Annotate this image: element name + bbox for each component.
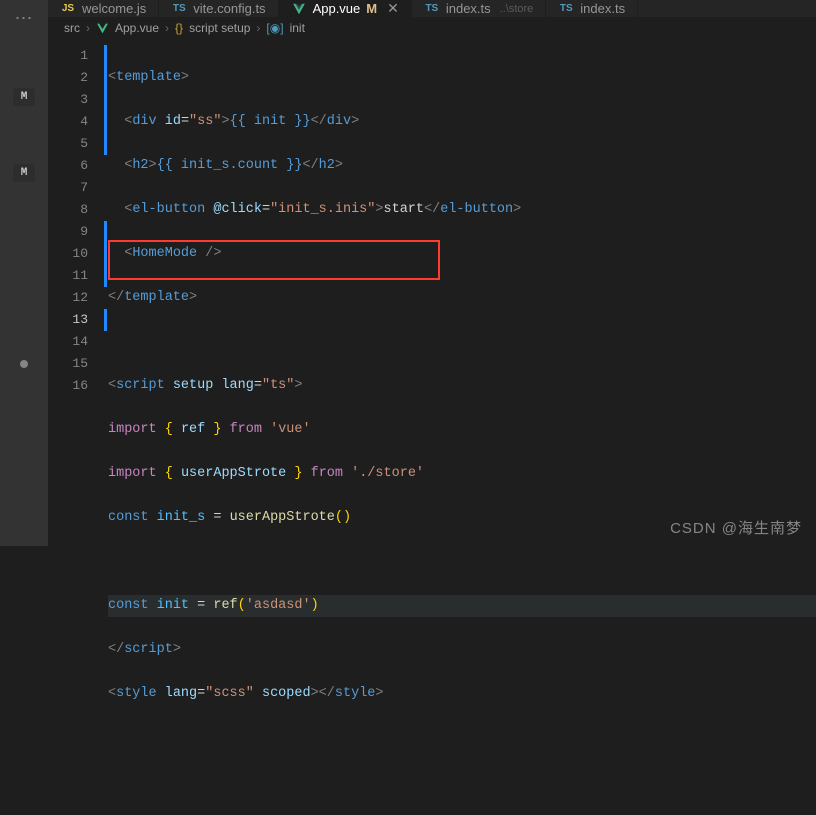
- editor-tabs: JS welcome.js TS vite.config.ts App.vue …: [48, 0, 816, 17]
- modified-marker: M: [366, 1, 377, 16]
- braces-icon: {}: [175, 21, 183, 35]
- line-numbers: 123 456 789 101112 1314 1516: [48, 39, 104, 815]
- tab-label: welcome.js: [82, 1, 146, 16]
- tab-label: index.ts: [446, 1, 491, 16]
- tab-index-ts-store[interactable]: TS index.ts ..\store: [412, 0, 546, 17]
- breadcrumb-item[interactable]: src: [64, 21, 80, 35]
- ts-icon: TS: [171, 1, 187, 17]
- dot-indicator: [20, 360, 28, 368]
- ts-icon: TS: [424, 1, 440, 17]
- breadcrumb-item[interactable]: init: [290, 21, 305, 35]
- chevron-right-icon: ›: [256, 21, 260, 35]
- tab-label: index.ts: [580, 1, 625, 16]
- chevron-right-icon: ›: [165, 21, 169, 35]
- tab-index-ts[interactable]: TS index.ts: [546, 0, 638, 17]
- variable-icon: [◉]: [266, 21, 283, 35]
- close-icon[interactable]: ✕: [387, 0, 399, 17]
- tab-app-vue[interactable]: App.vue M ✕: [279, 0, 412, 17]
- chevron-right-icon: ›: [86, 21, 90, 35]
- watermark: CSDN @海生南梦: [670, 517, 802, 538]
- tab-label: App.vue: [313, 1, 361, 16]
- code-editor[interactable]: 123 456 789 101112 1314 1516 <template> …: [48, 39, 816, 815]
- vue-icon: [96, 22, 109, 35]
- breadcrumb-item[interactable]: App.vue: [115, 21, 159, 35]
- js-icon: JS: [60, 1, 76, 17]
- breadcrumb[interactable]: src › App.vue › {} script setup › [◉] in…: [48, 17, 816, 39]
- modified-badge[interactable]: M: [13, 164, 35, 182]
- activity-bar: ⋯ M M: [0, 0, 48, 546]
- vue-icon: [291, 1, 307, 17]
- breadcrumb-item[interactable]: script setup: [189, 21, 250, 35]
- code-content[interactable]: <template> <div id="ss">{{ init }}</div>…: [108, 39, 816, 815]
- ts-icon: TS: [558, 1, 574, 17]
- modified-badge[interactable]: M: [13, 88, 35, 106]
- tab-vite-config[interactable]: TS vite.config.ts: [159, 0, 278, 17]
- more-icon[interactable]: ⋯: [15, 8, 34, 30]
- tab-welcome-js[interactable]: JS welcome.js: [48, 0, 159, 17]
- tab-label: vite.config.ts: [193, 1, 265, 16]
- tab-path-suffix: ..\store: [500, 3, 534, 15]
